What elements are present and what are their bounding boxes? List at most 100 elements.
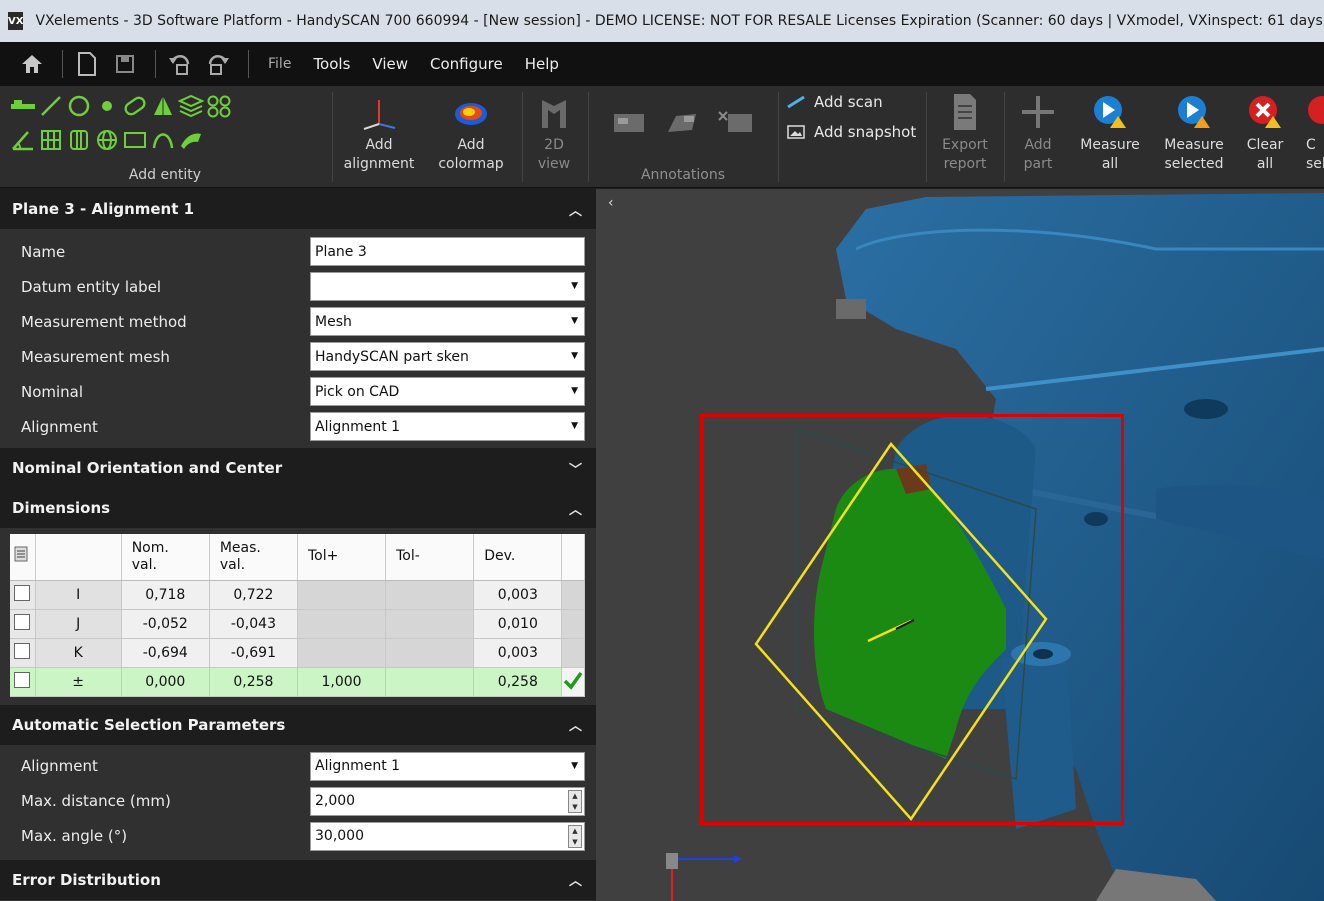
orientation-section-header[interactable]: Nominal Orientation and Center ﹀ (0, 448, 596, 488)
method-select[interactable]: Mesh (310, 307, 585, 336)
add-alignment-button[interactable]: Add alignment (336, 94, 422, 174)
axis-cell: I (35, 580, 122, 610)
clear-all-button[interactable]: Clear all (1238, 92, 1292, 174)
ribbon-separator (778, 92, 779, 182)
chevron-up-icon[interactable]: ︿ (569, 715, 582, 734)
nom-cell[interactable]: 0,000 (121, 667, 210, 697)
menu-configure[interactable]: Configure (430, 55, 503, 73)
clear-selected-button[interactable]: C sel (1298, 92, 1324, 174)
tol-plus-cell[interactable] (297, 638, 387, 668)
cylinder-grid-icon[interactable] (66, 128, 92, 152)
add-snapshot-button[interactable]: Add snapshot (786, 120, 916, 144)
max-distance-spinner[interactable]: ▲ ▼ (568, 789, 582, 813)
tol-plus-cell[interactable] (297, 609, 387, 639)
chevron-up-icon[interactable]: ︿ (569, 870, 582, 889)
chevron-up-icon[interactable]: ︿ (569, 200, 582, 219)
dimensions-section-title: Dimensions (12, 499, 111, 517)
annotation-icon-3[interactable] (716, 106, 756, 140)
colormap-icon (455, 103, 487, 125)
selection-rectangle (700, 414, 1124, 825)
status-cell (561, 638, 585, 668)
tol-plus-cell[interactable]: 1,000 (297, 667, 387, 697)
checkmark-icon (563, 671, 583, 690)
circles-pattern-icon[interactable] (206, 94, 232, 118)
dimensions-section-header[interactable]: Dimensions ︿ (0, 488, 596, 528)
row-checkbox[interactable] (14, 671, 31, 688)
table-options-header[interactable] (10, 534, 36, 581)
3d-viewport[interactable]: ‹ (596, 189, 1324, 901)
chevron-down-icon[interactable]: ﹀ (569, 459, 582, 478)
measure-selected-button[interactable]: Measure selected (1154, 92, 1234, 174)
redo-icon[interactable] (202, 48, 234, 80)
add-snapshot-icon (787, 125, 805, 139)
tol-minus-cell[interactable] (385, 580, 475, 610)
layers-icon[interactable] (178, 94, 204, 118)
add-part-button[interactable]: Add part (1010, 92, 1066, 174)
measure-all-button[interactable]: Measure all (1072, 92, 1148, 174)
name-input[interactable]: Plane 3 (310, 237, 585, 266)
nom-cell[interactable]: -0,052 (121, 609, 210, 639)
max-angle-input[interactable]: 30,000 ▲ ▼ (310, 821, 585, 851)
rectangle-icon[interactable] (122, 128, 148, 152)
add-scan-icon (787, 95, 805, 109)
tol-minus-cell[interactable] (385, 638, 475, 668)
nominal-select[interactable]: Pick on CAD (310, 377, 585, 406)
prop-row-max-distance: Max. distance (mm) 2,000 ▲ ▼ (0, 784, 596, 819)
sphere-icon[interactable] (94, 128, 120, 152)
meas-header-l2: val. (219, 556, 246, 573)
meas-cell: -0,043 (209, 609, 298, 639)
angle-icon[interactable] (10, 128, 36, 152)
menu-tools[interactable]: Tools (313, 55, 350, 73)
home-icon[interactable] (16, 48, 48, 80)
undo-icon[interactable] (164, 48, 196, 80)
export-report-button[interactable]: Export report (932, 92, 998, 174)
ribbon-separator (1004, 92, 1005, 182)
mesh-select[interactable]: HandySCAN part sken (310, 342, 585, 371)
panel-title-header[interactable]: Plane 3 - Alignment 1 ︿ (0, 189, 596, 229)
table-row: ± 0,000 0,258 1,000 0,258 (10, 667, 585, 697)
menu-file[interactable]: File (268, 56, 291, 72)
dev-cell: 0,010 (473, 609, 563, 639)
new-file-icon[interactable] (71, 48, 103, 80)
export-report-label-2: report (943, 156, 987, 172)
max-angle-spinner[interactable]: ▲ ▼ (568, 824, 582, 848)
meas-header-l1: Meas. (219, 539, 261, 556)
table-header-row: Nom. val. Meas. val. Tol+ Tol- Dev. (10, 534, 585, 581)
row-checkbox[interactable] (14, 584, 31, 601)
menu-view[interactable]: View (372, 55, 408, 73)
add-scan-button[interactable]: Add scan (786, 90, 883, 114)
grid-plane-icon[interactable] (38, 128, 64, 152)
point-icon[interactable] (94, 94, 120, 118)
nom-cell[interactable]: 0,718 (121, 580, 210, 610)
max-distance-input[interactable]: 2,000 ▲ ▼ (310, 786, 585, 816)
point-cloud-icon[interactable] (10, 94, 36, 118)
tol-plus-cell[interactable] (297, 580, 387, 610)
add-colormap-button[interactable]: Add colormap (428, 94, 514, 174)
save-icon[interactable] (109, 48, 141, 80)
max-angle-label: Max. angle (°) (21, 827, 128, 845)
datum-select[interactable] (310, 272, 585, 301)
annotation-icon-1[interactable] (608, 106, 648, 140)
circle-icon[interactable] (66, 94, 92, 118)
alignment-select[interactable]: Alignment 1 (310, 412, 585, 441)
prop-row-datum: Datum entity label (0, 269, 596, 304)
surface-icon[interactable] (178, 128, 204, 152)
tol-minus-cell[interactable] (385, 667, 475, 697)
tol-minus-cell[interactable] (385, 609, 475, 639)
collapse-panel-icon[interactable]: ‹ (608, 195, 614, 211)
error-distribution-section-header[interactable]: Error Distribution ︿ (0, 859, 596, 900)
row-checkbox[interactable] (14, 642, 31, 659)
auto-selection-section-header[interactable]: Automatic Selection Parameters ︿ (0, 704, 596, 745)
axis-cell: ± (35, 667, 122, 697)
chevron-up-icon[interactable]: ︿ (569, 499, 582, 518)
cone-icon[interactable] (150, 94, 176, 118)
annotation-icon-2[interactable] (662, 106, 702, 140)
menu-help[interactable]: Help (525, 55, 559, 73)
curve-icon[interactable] (150, 128, 176, 152)
row-checkbox[interactable] (14, 613, 31, 630)
nom-cell[interactable]: -0,694 (121, 638, 210, 668)
auto-alignment-select[interactable]: Alignment 1 (310, 751, 585, 781)
2d-view-button[interactable]: 2D view (526, 94, 582, 174)
slot-icon[interactable] (122, 94, 148, 118)
line-icon[interactable] (38, 94, 64, 118)
